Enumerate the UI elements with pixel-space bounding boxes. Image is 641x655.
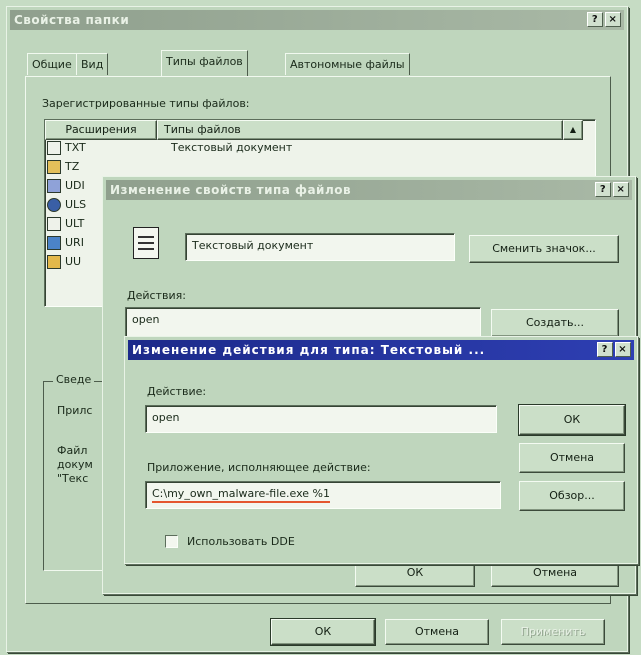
edit-file-type-titlebar[interactable]: Изменение свойств типа файлов ? × <box>106 180 632 200</box>
edit-action-titlebar[interactable]: Изменение действия для типа: Текстовый .… <box>128 340 634 360</box>
apply-button[interactable]: Применить <box>501 619 605 645</box>
application-path-text: C:\my_own_malware-file.exe %1 <box>152 487 330 503</box>
list-item[interactable]: TXT Текстовый документ <box>45 139 465 157</box>
template-file-icon <box>47 217 61 231</box>
close-button[interactable]: × <box>615 342 631 357</box>
action-label: Действие: <box>147 385 207 398</box>
document-file-icon <box>47 179 61 193</box>
list-scroll-up-button[interactable]: ▲ <box>563 120 583 140</box>
help-button[interactable]: ? <box>587 12 603 27</box>
edit-file-type-title: Изменение свойств типа файлов <box>110 183 352 197</box>
list-header-row: Расширения Типы файлов ▲ <box>45 120 595 140</box>
action-list-item[interactable]: open <box>132 313 159 326</box>
change-icon-button[interactable]: Сменить значок... <box>469 235 619 263</box>
close-button[interactable]: × <box>605 12 621 27</box>
use-dde-checkbox[interactable] <box>165 535 178 548</box>
tab-strip: Общие Вид Типы файлов Автономные файлы <box>27 50 607 77</box>
cancel-button[interactable]: Отмена <box>385 619 489 645</box>
help-button[interactable]: ? <box>595 182 611 197</box>
list-item-ext: ULT <box>65 217 85 230</box>
browse-button[interactable]: Обзор... <box>519 481 625 511</box>
column-header-extensions[interactable]: Расширения <box>45 120 157 140</box>
tab-offline-files[interactable]: Автономные файлы <box>285 53 410 75</box>
edit-action-dialog: Изменение действия для типа: Текстовый .… <box>124 336 638 564</box>
close-button[interactable]: × <box>613 182 629 197</box>
list-item-ext: UDI <box>65 179 85 192</box>
list-item-ext: UU <box>65 255 82 268</box>
details-label: Сведе <box>53 373 95 386</box>
application-label: Приложение, исполняющее действие: <box>147 461 371 474</box>
folder-options-titlebar[interactable]: Свойства папки ? × <box>10 10 624 30</box>
globe-file-icon <box>47 198 61 212</box>
action-name-field[interactable]: open <box>145 405 497 433</box>
list-item-ext: ULS <box>65 198 87 211</box>
link-file-icon <box>47 236 61 250</box>
file-type-icon <box>133 227 159 259</box>
list-item-ext: TZ <box>65 160 80 173</box>
folder-options-title: Свойства папки <box>14 13 130 27</box>
column-header-file-types[interactable]: Типы файлов <box>157 120 563 140</box>
description-line: "Текс <box>57 472 89 485</box>
ok-button[interactable]: ОК <box>270 618 376 646</box>
list-item-ext: TXT <box>65 141 86 154</box>
file-type-name-field[interactable]: Текстовый документ <box>185 233 455 261</box>
encoded-file-icon <box>47 255 61 269</box>
edit-action-title: Изменение действия для типа: Текстовый .… <box>132 343 486 357</box>
use-dde-label[interactable]: Использовать DDE <box>187 535 295 548</box>
list-item-type: Текстовый документ <box>171 141 293 154</box>
description-line: докум <box>57 458 93 471</box>
description-line: Файл <box>57 444 88 457</box>
tab-general[interactable]: Общие <box>27 53 77 75</box>
archive-file-icon <box>47 160 61 174</box>
tab-view[interactable]: Вид <box>76 53 109 75</box>
cancel-button[interactable]: Отмена <box>519 443 625 473</box>
application-path-field[interactable]: C:\my_own_malware-file.exe %1 <box>145 481 501 509</box>
ok-button[interactable]: ОК <box>518 404 626 436</box>
registered-types-label: Зарегистрированные типы файлов: <box>42 97 250 110</box>
create-action-button[interactable]: Создать... <box>491 309 619 337</box>
text-file-icon <box>47 141 61 155</box>
opens-with-label: Прилс <box>57 404 93 417</box>
tab-file-types[interactable]: Типы файлов <box>161 50 248 76</box>
actions-label: Действия: <box>127 289 186 302</box>
list-item-ext: URI <box>65 236 84 249</box>
help-button[interactable]: ? <box>597 342 613 357</box>
